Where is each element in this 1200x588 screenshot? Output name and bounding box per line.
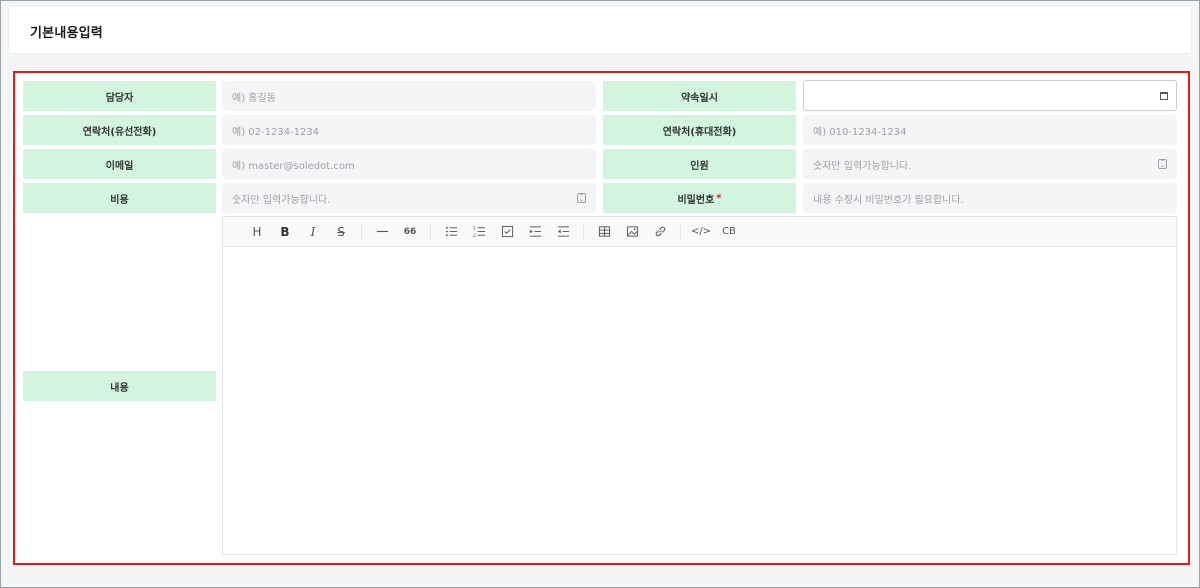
svg-text:2: 2 bbox=[473, 233, 476, 238]
appointment-datetime-input[interactable] bbox=[803, 80, 1177, 111]
email-input[interactable]: 예) master@soledot.com bbox=[222, 149, 596, 179]
manager-input-placeholder: 예) 홍길동 bbox=[232, 92, 276, 104]
number-spinner-icon[interactable]: ⌃ ⌄ bbox=[577, 193, 586, 203]
heading-icon[interactable]: H bbox=[247, 222, 267, 242]
section-header: 기본내용입력 bbox=[8, 6, 1192, 54]
headcount-label-text: 인원 bbox=[690, 160, 709, 172]
strike-glyph: S bbox=[337, 224, 345, 239]
bold-icon[interactable]: B bbox=[275, 222, 295, 242]
svg-text:1: 1 bbox=[473, 226, 476, 232]
content-label-text: 내용 bbox=[110, 382, 129, 394]
bullet-list-icon[interactable] bbox=[441, 222, 461, 242]
strike-icon[interactable]: S bbox=[331, 222, 351, 242]
indent-icon[interactable] bbox=[525, 222, 545, 242]
italic-glyph: I bbox=[310, 224, 316, 239]
code-icon[interactable]: </> bbox=[691, 222, 711, 242]
cost-input[interactable]: 숫자만 입력가능합니다. ⌃ ⌄ bbox=[222, 183, 596, 213]
headcount-input[interactable]: 숫자만 입력가능합니다. ⌃ ⌄ bbox=[803, 149, 1177, 179]
phone-input[interactable]: 예) 02-1234-1234 bbox=[222, 115, 596, 145]
phone-label: 연락처(유선전화) bbox=[23, 115, 216, 145]
link-icon[interactable] bbox=[650, 222, 670, 242]
quote-glyph: 66 bbox=[403, 226, 417, 237]
content-label: 내용 bbox=[23, 371, 216, 401]
required-mark: * bbox=[716, 192, 722, 204]
heading-glyph: H bbox=[252, 224, 262, 239]
toolbar-divider bbox=[680, 224, 681, 239]
password-label: 비밀번호 * bbox=[603, 183, 796, 213]
phone-label-text: 연락처(유선전화) bbox=[82, 126, 157, 138]
cost-label-text: 비용 bbox=[110, 194, 129, 206]
codeblock-icon[interactable]: CB bbox=[719, 222, 739, 242]
headcount-label: 인원 bbox=[603, 149, 796, 179]
phone-input-placeholder: 예) 02-1234-1234 bbox=[232, 126, 320, 138]
cost-label: 비용 bbox=[23, 183, 216, 213]
toolbar-divider bbox=[430, 224, 431, 239]
email-label: 이메일 bbox=[23, 149, 216, 179]
toolbar-divider bbox=[583, 224, 584, 239]
table-icon[interactable] bbox=[594, 222, 614, 242]
calendar-icon[interactable] bbox=[1160, 92, 1168, 100]
editor-toolbar: H B I S 66 12 </> CB bbox=[223, 217, 1176, 247]
task-list-icon[interactable] bbox=[497, 222, 517, 242]
outdent-icon[interactable] bbox=[553, 222, 573, 242]
quote-icon[interactable]: 66 bbox=[400, 222, 420, 242]
headcount-input-placeholder: 숫자만 입력가능합니다. bbox=[813, 160, 912, 172]
manager-label: 담당자 bbox=[23, 81, 216, 111]
section-title: 기본내용입력 bbox=[30, 26, 103, 41]
number-spinner-icon[interactable]: ⌃ ⌄ bbox=[1158, 159, 1167, 169]
email-input-placeholder: 예) master@soledot.com bbox=[232, 160, 355, 172]
appointment-label-text: 약속일시 bbox=[681, 92, 718, 104]
code-glyph: </> bbox=[690, 226, 712, 237]
mobile-label-text: 연락처(휴대전화) bbox=[662, 126, 737, 138]
bold-glyph: B bbox=[280, 224, 290, 239]
ordered-list-icon[interactable]: 12 bbox=[469, 222, 489, 242]
mobile-label: 연락처(휴대전화) bbox=[603, 115, 796, 145]
appointment-label: 약속일시 bbox=[603, 81, 796, 111]
toolbar-divider bbox=[361, 224, 362, 239]
italic-icon[interactable]: I bbox=[303, 222, 323, 242]
mobile-input[interactable]: 예) 010-1234-1234 bbox=[803, 115, 1177, 145]
manager-label-text: 담당자 bbox=[105, 92, 134, 104]
content-editor: H B I S 66 12 </> CB bbox=[222, 216, 1177, 555]
hr-icon[interactable] bbox=[372, 222, 392, 242]
cost-input-placeholder: 숫자만 입력가능합니다. bbox=[232, 194, 331, 206]
password-input[interactable]: 내용 수정시 비밀번호가 필요합니다. bbox=[803, 183, 1177, 213]
image-icon[interactable] bbox=[622, 222, 642, 242]
basic-info-form: 담당자 예) 홍길동 약속일시 연락처(유선전화) 예) 02-1234-123… bbox=[13, 71, 1190, 565]
email-label-text: 이메일 bbox=[105, 160, 134, 172]
manager-input[interactable]: 예) 홍길동 bbox=[222, 81, 596, 111]
password-input-placeholder: 내용 수정시 비밀번호가 필요합니다. bbox=[813, 194, 964, 206]
mobile-input-placeholder: 예) 010-1234-1234 bbox=[813, 126, 907, 138]
codeblock-glyph: CB bbox=[722, 226, 736, 237]
editor-content-area[interactable] bbox=[223, 248, 1176, 554]
password-label-text: 비밀번호 bbox=[677, 194, 715, 206]
